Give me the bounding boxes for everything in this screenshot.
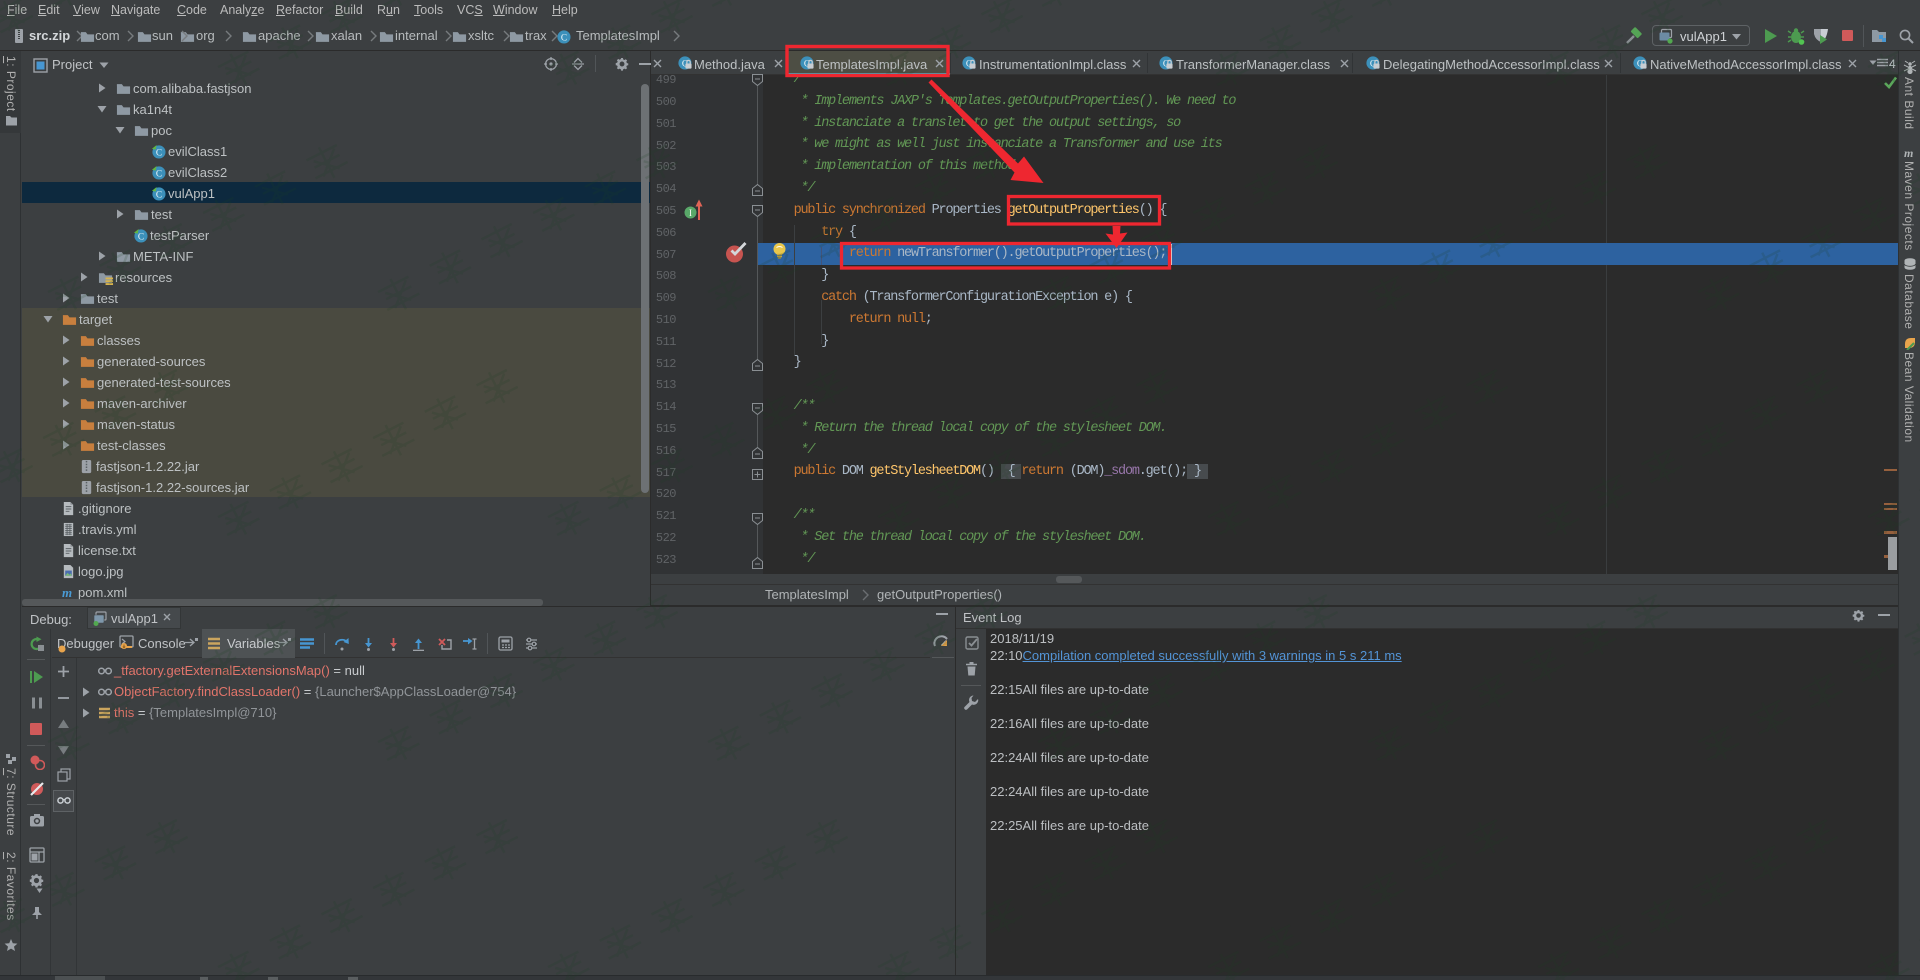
svg-text:m: m	[62, 585, 72, 600]
svg-text:I: I	[689, 208, 692, 218]
svg-text:C: C	[561, 33, 567, 43]
svg-text:C: C	[156, 169, 162, 179]
svg-text:C: C	[138, 232, 144, 242]
svg-text:C: C	[156, 190, 162, 200]
svg-text:C: C	[156, 148, 162, 158]
svg-text:m: m	[1904, 146, 1913, 159]
